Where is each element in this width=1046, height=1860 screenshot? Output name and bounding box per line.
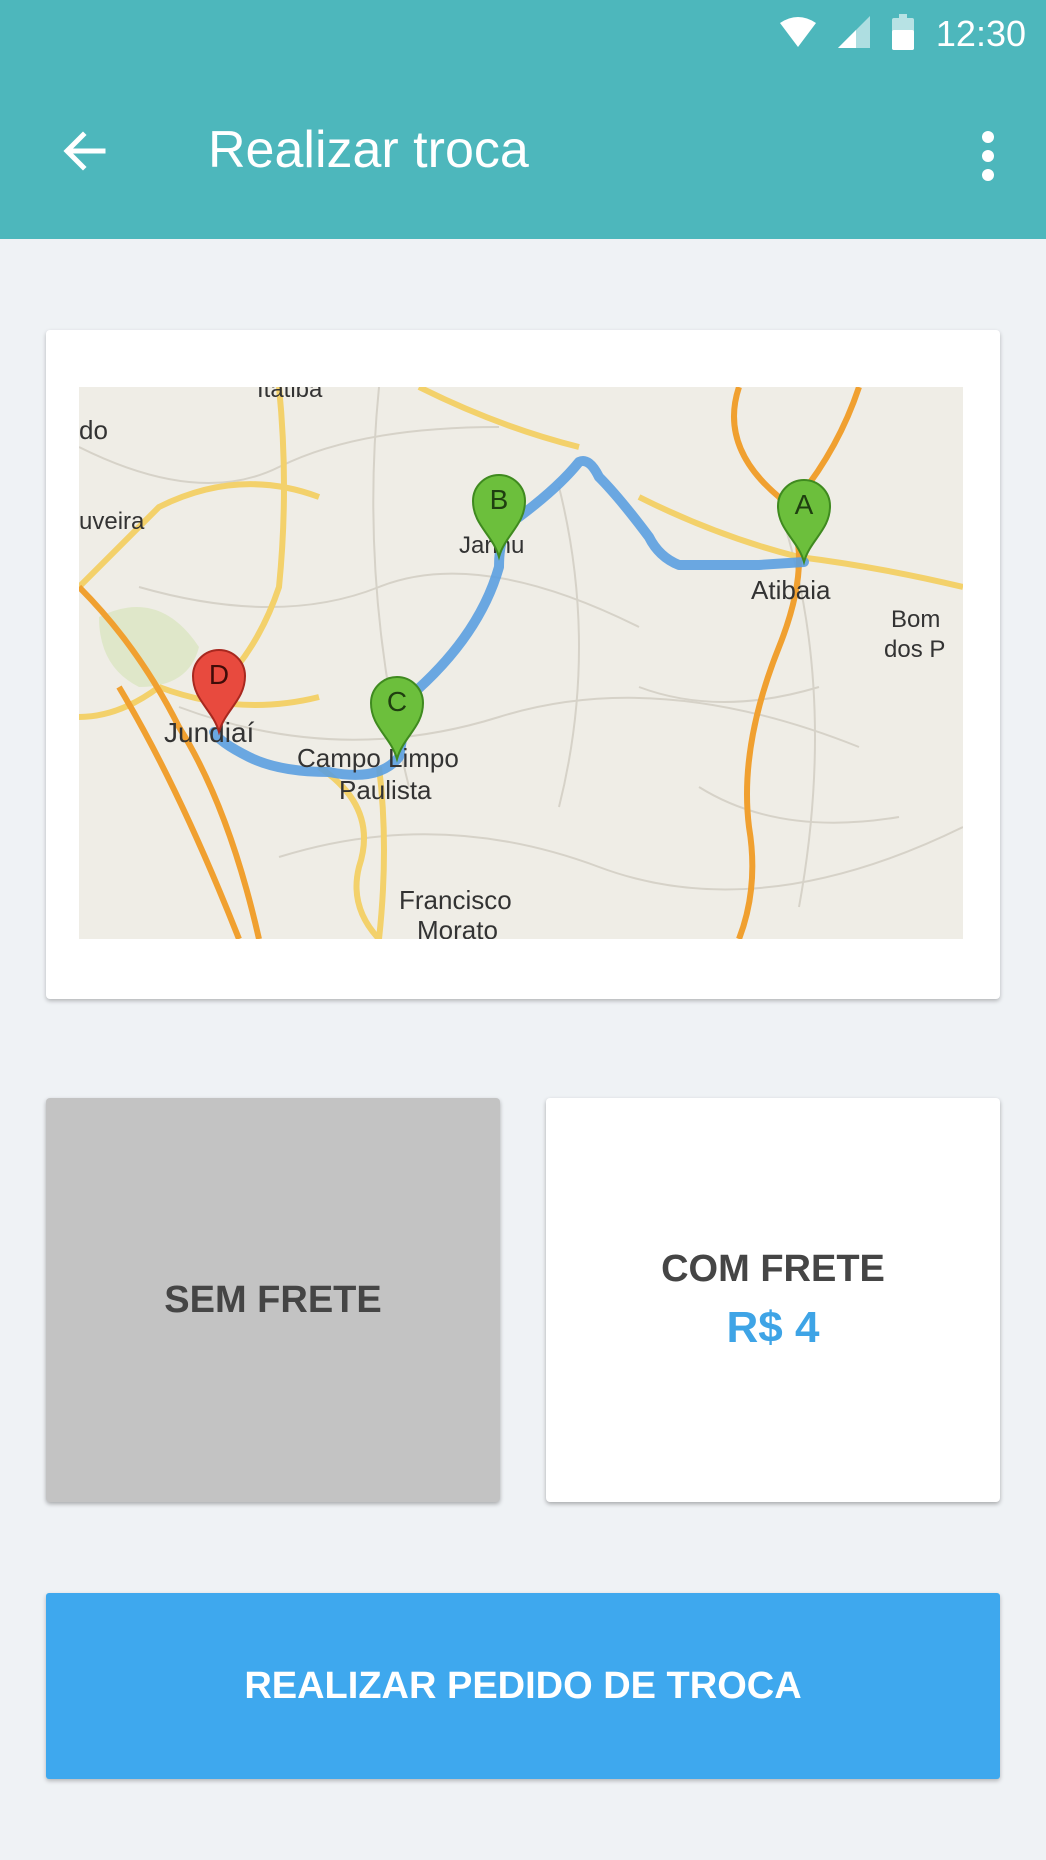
map-label: Jundiaí <box>164 717 255 748</box>
marker-label: C <box>387 686 407 717</box>
arrow-back-icon <box>61 127 109 180</box>
option-label: COM FRETE <box>661 1247 885 1290</box>
wifi-icon <box>779 16 816 52</box>
map-label: do <box>79 415 108 445</box>
back-button[interactable] <box>40 108 130 198</box>
map-label: Francisco <box>399 885 512 915</box>
option-sem-frete[interactable]: SEM FRETE <box>46 1098 500 1502</box>
option-price: R$ 4 <box>726 1302 820 1352</box>
status-icons: 12:30 <box>779 12 1026 56</box>
marker-label: B <box>490 484 509 515</box>
map-label: Campo Limpo <box>297 743 459 773</box>
option-label: SEM FRETE <box>164 1278 382 1321</box>
route-map[interactable]: Itatiba do uveira Jarinu Atibaia Bom dos… <box>79 387 963 939</box>
marker-label: A <box>795 489 814 520</box>
page-title: Realizar troca <box>208 121 529 179</box>
overflow-menu-button[interactable] <box>958 113 1018 203</box>
map-label: Morato <box>417 915 498 939</box>
map-card: Itatiba do uveira Jarinu Atibaia Bom dos… <box>46 330 1000 999</box>
signal-icon <box>837 15 870 53</box>
status-time: 12:30 <box>935 13 1026 54</box>
map-label: dos P <box>884 636 945 663</box>
map-svg: Itatiba do uveira Jarinu Atibaia Bom dos… <box>79 387 963 939</box>
marker-label: D <box>209 659 229 690</box>
map-label: uveira <box>79 508 145 535</box>
app-bar: Realizar troca <box>0 68 1046 239</box>
submit-exchange-button[interactable]: REALIZAR PEDIDO DE TROCA <box>46 1593 1000 1779</box>
map-label: Itatiba <box>257 387 323 403</box>
option-com-frete[interactable]: COM FRETE R$ 4 <box>546 1098 1000 1502</box>
more-vertical-icon <box>981 130 995 186</box>
map-label: Bom <box>891 606 940 633</box>
map-label: Atibaia <box>751 575 831 605</box>
battery-icon <box>891 13 914 55</box>
status-bar: 12:30 <box>0 0 1046 68</box>
map-label: Paulista <box>339 775 432 805</box>
